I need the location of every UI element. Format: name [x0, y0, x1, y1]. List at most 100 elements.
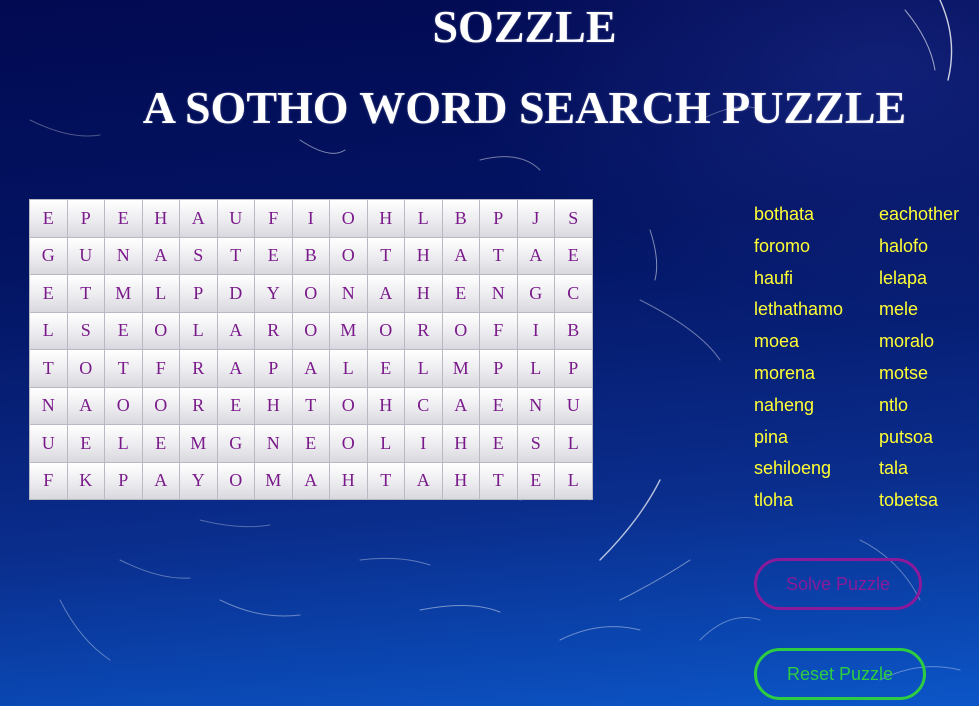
grid-cell[interactable]: E: [105, 200, 142, 237]
grid-cell[interactable]: L: [330, 350, 367, 387]
grid-cell[interactable]: H: [142, 200, 179, 237]
grid-cell[interactable]: I: [292, 200, 329, 237]
grid-cell[interactable]: M: [330, 312, 367, 349]
grid-cell[interactable]: R: [255, 312, 292, 349]
grid-cell[interactable]: H: [367, 387, 404, 424]
grid-cell[interactable]: O: [142, 387, 179, 424]
grid-cell[interactable]: B: [442, 200, 479, 237]
grid-cell[interactable]: P: [555, 350, 592, 387]
grid-cell[interactable]: T: [292, 387, 329, 424]
grid-cell[interactable]: O: [67, 350, 104, 387]
grid-cell[interactable]: T: [480, 237, 517, 274]
grid-cell[interactable]: R: [180, 387, 217, 424]
grid-cell[interactable]: E: [255, 237, 292, 274]
grid-cell[interactable]: A: [442, 387, 479, 424]
grid-cell[interactable]: L: [180, 312, 217, 349]
grid-cell[interactable]: U: [217, 200, 254, 237]
grid-cell[interactable]: O: [217, 462, 254, 499]
grid-cell[interactable]: N: [480, 275, 517, 312]
grid-cell[interactable]: M: [105, 275, 142, 312]
grid-cell[interactable]: E: [480, 425, 517, 462]
grid-cell[interactable]: A: [405, 462, 442, 499]
grid-cell[interactable]: S: [517, 425, 554, 462]
grid-cell[interactable]: O: [142, 312, 179, 349]
grid-cell[interactable]: E: [480, 387, 517, 424]
grid-cell[interactable]: T: [367, 237, 404, 274]
grid-cell[interactable]: P: [180, 275, 217, 312]
grid-cell[interactable]: N: [30, 387, 67, 424]
grid-cell[interactable]: E: [292, 425, 329, 462]
grid-cell[interactable]: F: [255, 200, 292, 237]
grid-cell[interactable]: L: [30, 312, 67, 349]
grid-cell[interactable]: F: [480, 312, 517, 349]
grid-cell[interactable]: L: [405, 350, 442, 387]
grid-cell[interactable]: O: [292, 312, 329, 349]
grid-cell[interactable]: A: [517, 237, 554, 274]
solve-puzzle-button[interactable]: Solve Puzzle: [754, 558, 922, 610]
grid-cell[interactable]: H: [405, 275, 442, 312]
grid-cell[interactable]: E: [105, 312, 142, 349]
grid-cell[interactable]: T: [30, 350, 67, 387]
grid-cell[interactable]: E: [517, 462, 554, 499]
grid-cell[interactable]: A: [217, 350, 254, 387]
grid-cell[interactable]: G: [217, 425, 254, 462]
grid-cell[interactable]: A: [67, 387, 104, 424]
grid-cell[interactable]: B: [555, 312, 592, 349]
grid-cell[interactable]: M: [255, 462, 292, 499]
grid-cell[interactable]: G: [517, 275, 554, 312]
grid-cell[interactable]: A: [142, 237, 179, 274]
grid-cell[interactable]: P: [67, 200, 104, 237]
grid-cell[interactable]: F: [142, 350, 179, 387]
grid-cell[interactable]: H: [367, 200, 404, 237]
grid-cell[interactable]: E: [367, 350, 404, 387]
grid-cell[interactable]: O: [367, 312, 404, 349]
grid-cell[interactable]: L: [405, 200, 442, 237]
grid-cell[interactable]: O: [292, 275, 329, 312]
grid-cell[interactable]: L: [142, 275, 179, 312]
grid-cell[interactable]: T: [67, 275, 104, 312]
grid-cell[interactable]: D: [217, 275, 254, 312]
grid-cell[interactable]: P: [480, 350, 517, 387]
grid-cell[interactable]: O: [330, 387, 367, 424]
grid-cell[interactable]: O: [442, 312, 479, 349]
grid-cell[interactable]: M: [442, 350, 479, 387]
grid-cell[interactable]: G: [30, 237, 67, 274]
grid-cell[interactable]: L: [555, 425, 592, 462]
grid-cell[interactable]: A: [292, 350, 329, 387]
grid-cell[interactable]: Y: [255, 275, 292, 312]
grid-cell[interactable]: O: [330, 425, 367, 462]
grid-cell[interactable]: N: [517, 387, 554, 424]
grid-cell[interactable]: E: [442, 275, 479, 312]
grid-cell[interactable]: O: [330, 200, 367, 237]
grid-cell[interactable]: C: [405, 387, 442, 424]
grid-cell[interactable]: A: [442, 237, 479, 274]
grid-cell[interactable]: I: [405, 425, 442, 462]
grid-cell[interactable]: H: [330, 462, 367, 499]
grid-cell[interactable]: E: [30, 200, 67, 237]
grid-cell[interactable]: A: [142, 462, 179, 499]
grid-cell[interactable]: T: [217, 237, 254, 274]
grid-cell[interactable]: E: [555, 237, 592, 274]
grid-cell[interactable]: I: [517, 312, 554, 349]
grid-cell[interactable]: E: [217, 387, 254, 424]
grid-cell[interactable]: B: [292, 237, 329, 274]
grid-cell[interactable]: P: [480, 200, 517, 237]
grid-cell[interactable]: N: [255, 425, 292, 462]
grid-cell[interactable]: O: [105, 387, 142, 424]
grid-cell[interactable]: R: [405, 312, 442, 349]
grid-cell[interactable]: N: [105, 237, 142, 274]
grid-cell[interactable]: L: [555, 462, 592, 499]
reset-puzzle-button[interactable]: Reset Puzzle: [754, 648, 926, 700]
grid-cell[interactable]: S: [555, 200, 592, 237]
grid-cell[interactable]: A: [217, 312, 254, 349]
grid-cell[interactable]: U: [30, 425, 67, 462]
grid-cell[interactable]: H: [255, 387, 292, 424]
grid-cell[interactable]: M: [180, 425, 217, 462]
grid-cell[interactable]: P: [105, 462, 142, 499]
grid-cell[interactable]: O: [330, 237, 367, 274]
grid-cell[interactable]: S: [67, 312, 104, 349]
grid-cell[interactable]: N: [330, 275, 367, 312]
grid-cell[interactable]: S: [180, 237, 217, 274]
grid-cell[interactable]: E: [67, 425, 104, 462]
grid-cell[interactable]: U: [555, 387, 592, 424]
